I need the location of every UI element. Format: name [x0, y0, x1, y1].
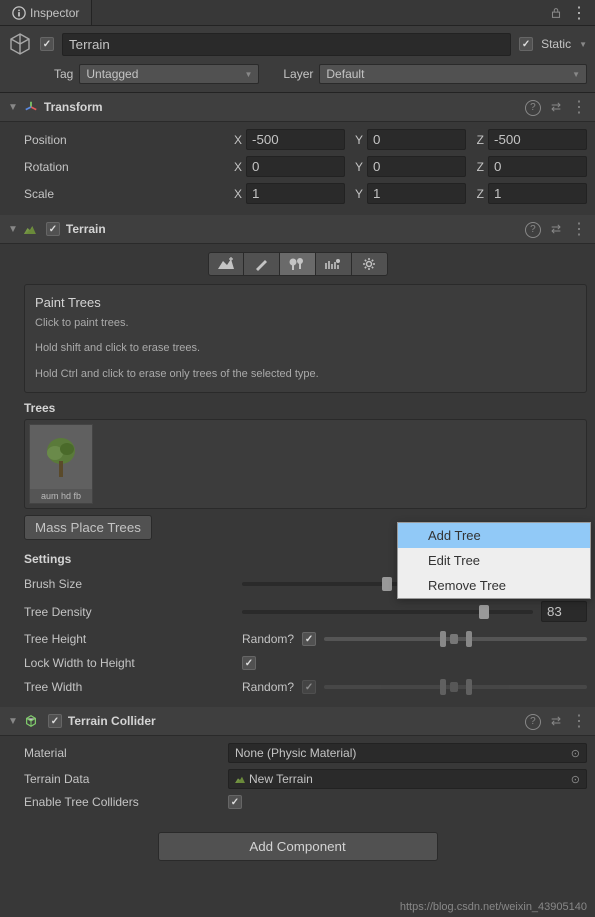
- layer-dropdown[interactable]: Default▼: [319, 64, 587, 84]
- lock-width-checkbox[interactable]: [242, 656, 256, 670]
- position-z[interactable]: [488, 129, 587, 150]
- rotation-x[interactable]: [246, 156, 345, 177]
- terrain-data-field[interactable]: New Terrain ⊙: [228, 769, 587, 789]
- material-field[interactable]: None (Physic Material) ⊙: [228, 743, 587, 763]
- tree-name: aum hd fb: [39, 489, 83, 503]
- trees-label: Trees: [24, 401, 587, 415]
- gameobject-name-input[interactable]: [62, 33, 511, 56]
- terrain-data-label: Terrain Data: [24, 772, 224, 786]
- collider-enable-checkbox[interactable]: [48, 714, 62, 728]
- preset-icon[interactable]: [551, 222, 561, 236]
- scale-label: Scale: [24, 187, 224, 201]
- static-dropdown-arrow[interactable]: ▼: [579, 40, 587, 49]
- terrain-icon: [24, 224, 36, 234]
- rotation-label: Rotation: [24, 160, 224, 174]
- help-icon[interactable]: [525, 99, 541, 116]
- info-title: Paint Trees: [35, 295, 576, 310]
- preset-icon[interactable]: [551, 100, 561, 114]
- tree-density-value[interactable]: [541, 601, 587, 622]
- component-menu-icon[interactable]: [571, 97, 587, 117]
- tree-height-label: Tree Height: [24, 632, 234, 646]
- inspector-tab[interactable]: Inspector: [0, 0, 92, 25]
- tree-width-random-checkbox: [302, 680, 316, 694]
- scale-y[interactable]: [367, 183, 466, 204]
- tree-width-range: [324, 685, 587, 689]
- context-add-tree[interactable]: Add Tree: [398, 523, 590, 548]
- tree-context-menu: Add Tree Edit Tree Remove Tree: [397, 522, 591, 599]
- position-label: Position: [24, 133, 224, 147]
- material-label: Material: [24, 746, 224, 760]
- foldout-icon[interactable]: ▼: [8, 102, 18, 113]
- info-icon: [12, 6, 26, 20]
- terrain-header[interactable]: ▼ Terrain: [0, 215, 595, 244]
- component-menu-icon[interactable]: [571, 711, 587, 731]
- gameobject-enable-checkbox[interactable]: [40, 37, 54, 51]
- tag-label: Tag: [54, 67, 73, 81]
- details-tool[interactable]: [316, 252, 352, 276]
- foldout-icon[interactable]: ▼: [8, 716, 18, 727]
- component-menu-icon[interactable]: [571, 219, 587, 239]
- paint-tool[interactable]: [244, 252, 280, 276]
- static-label: Static: [541, 37, 571, 51]
- tree-list: aum hd fb: [24, 419, 587, 509]
- trees-tool[interactable]: [280, 252, 316, 276]
- add-component-button[interactable]: Add Component: [158, 832, 438, 861]
- enable-tree-colliders-checkbox[interactable]: [228, 795, 242, 809]
- transform-icon: [24, 100, 38, 114]
- help-icon[interactable]: [525, 713, 541, 730]
- terrain-title: Terrain: [66, 222, 519, 236]
- cube-icon: [8, 32, 32, 56]
- position-x[interactable]: [246, 129, 345, 150]
- layer-label: Layer: [283, 67, 313, 81]
- settings-tool[interactable]: [352, 252, 388, 276]
- tree-density-label: Tree Density: [24, 605, 234, 619]
- transform-title: Transform: [44, 100, 519, 114]
- paint-trees-info: Paint Trees Click to paint trees. Hold s…: [24, 284, 587, 393]
- rotation-y[interactable]: [367, 156, 466, 177]
- box-collider-icon: [24, 714, 38, 728]
- tree-width-label: Tree Width: [24, 680, 234, 694]
- object-picker-icon[interactable]: ⊙: [571, 773, 580, 786]
- transform-header[interactable]: ▼ Transform: [0, 93, 595, 122]
- tag-dropdown[interactable]: Untagged▼: [79, 64, 259, 84]
- context-edit-tree[interactable]: Edit Tree: [398, 548, 590, 573]
- tree-height-range[interactable]: [324, 637, 587, 641]
- position-y[interactable]: [367, 129, 466, 150]
- brush-size-label: Brush Size: [24, 577, 234, 591]
- tree-density-slider[interactable]: [242, 610, 533, 614]
- foldout-icon[interactable]: ▼: [8, 224, 18, 235]
- tree-height-random-checkbox[interactable]: [302, 632, 316, 646]
- terrain-collider-header[interactable]: ▼ Terrain Collider: [0, 707, 595, 736]
- terrain-raise-tool[interactable]: [208, 252, 244, 276]
- collider-title: Terrain Collider: [68, 714, 519, 728]
- object-picker-icon[interactable]: ⊙: [571, 747, 580, 760]
- context-remove-tree[interactable]: Remove Tree: [398, 573, 590, 598]
- terrain-enable-checkbox[interactable]: [46, 222, 60, 236]
- menu-icon[interactable]: [571, 3, 587, 23]
- lock-width-label: Lock Width to Height: [24, 656, 234, 670]
- static-checkbox[interactable]: [519, 37, 533, 51]
- tree-item[interactable]: aum hd fb: [29, 424, 93, 504]
- help-icon[interactable]: [525, 221, 541, 238]
- rotation-z[interactable]: [488, 156, 587, 177]
- lock-icon[interactable]: [549, 6, 563, 20]
- watermark: https://blog.csdn.net/weixin_43905140: [400, 901, 587, 913]
- scale-z[interactable]: [488, 183, 587, 204]
- enable-tree-colliders-label: Enable Tree Colliders: [24, 795, 224, 809]
- tree-thumbnail: [29, 425, 93, 489]
- scale-x[interactable]: [246, 183, 345, 204]
- terrain-toolbar: [0, 244, 595, 284]
- mass-place-trees-button[interactable]: Mass Place Trees: [24, 515, 152, 540]
- tab-title: Inspector: [30, 6, 79, 20]
- preset-icon[interactable]: [551, 714, 561, 728]
